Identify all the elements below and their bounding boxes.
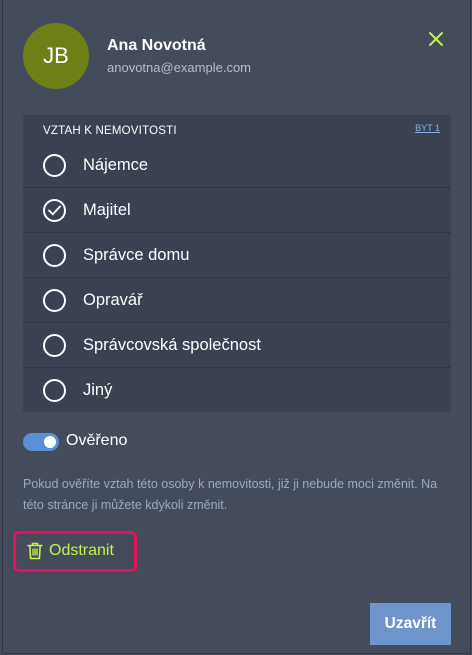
- avatar: JB: [23, 23, 89, 89]
- user-name: Ana Novotná: [107, 37, 206, 54]
- option-label: Správcovská společnost: [83, 336, 261, 354]
- property-link[interactable]: BYT 1: [415, 123, 440, 133]
- radio-unchecked-icon[interactable]: [43, 289, 66, 312]
- option-label: Majitel: [83, 201, 131, 219]
- delete-button[interactable]: Odstranit: [13, 531, 137, 572]
- relationship-panel: VZTAH K NEMOVITOSTI BYT 1 Nájemce Majite…: [23, 115, 451, 412]
- option-majitel[interactable]: Majitel: [23, 188, 451, 233]
- radio-checked-icon[interactable]: [43, 199, 66, 222]
- checkmark-icon: [48, 205, 61, 216]
- close-button[interactable]: [422, 25, 450, 53]
- option-label: Opravář: [83, 291, 143, 309]
- close-dialog-button[interactable]: Uzavřít: [370, 603, 451, 645]
- trash-icon: [27, 542, 43, 560]
- relationship-options: Nájemce Majitel Správce domu Opravář Spr…: [23, 143, 451, 413]
- option-label: Nájemce: [83, 156, 149, 174]
- toggle-knob: [44, 436, 56, 448]
- radio-unchecked-icon[interactable]: [43, 244, 66, 267]
- option-label: Jiný: [83, 381, 113, 399]
- relationship-title: VZTAH K NEMOVITOSTI: [43, 125, 177, 137]
- option-najemce[interactable]: Nájemce: [23, 143, 451, 188]
- option-spravcovska-spolecnost[interactable]: Správcovská společnost: [23, 323, 451, 368]
- contact-dialog: JB Ana Novotná anovotna@example.com VZTA…: [2, 0, 471, 654]
- verified-label: Ověřeno: [66, 432, 128, 449]
- radio-unchecked-icon[interactable]: [43, 379, 66, 402]
- option-label: Správce domu: [83, 246, 190, 264]
- verified-toggle[interactable]: [23, 433, 59, 451]
- option-spravce-domu[interactable]: Správce domu: [23, 233, 451, 278]
- delete-label: Odstranit: [49, 542, 114, 559]
- radio-unchecked-icon[interactable]: [43, 154, 66, 177]
- option-jiny[interactable]: Jiný: [23, 368, 451, 413]
- option-opravar[interactable]: Opravář: [23, 278, 451, 323]
- help-text: Pokud ověříte vztah této osoby k nemovit…: [23, 477, 438, 512]
- user-email: anovotna@example.com: [107, 60, 251, 75]
- radio-unchecked-icon[interactable]: [43, 334, 66, 357]
- dialog-header: JB Ana Novotná anovotna@example.com: [23, 23, 450, 91]
- close-icon: [429, 32, 443, 46]
